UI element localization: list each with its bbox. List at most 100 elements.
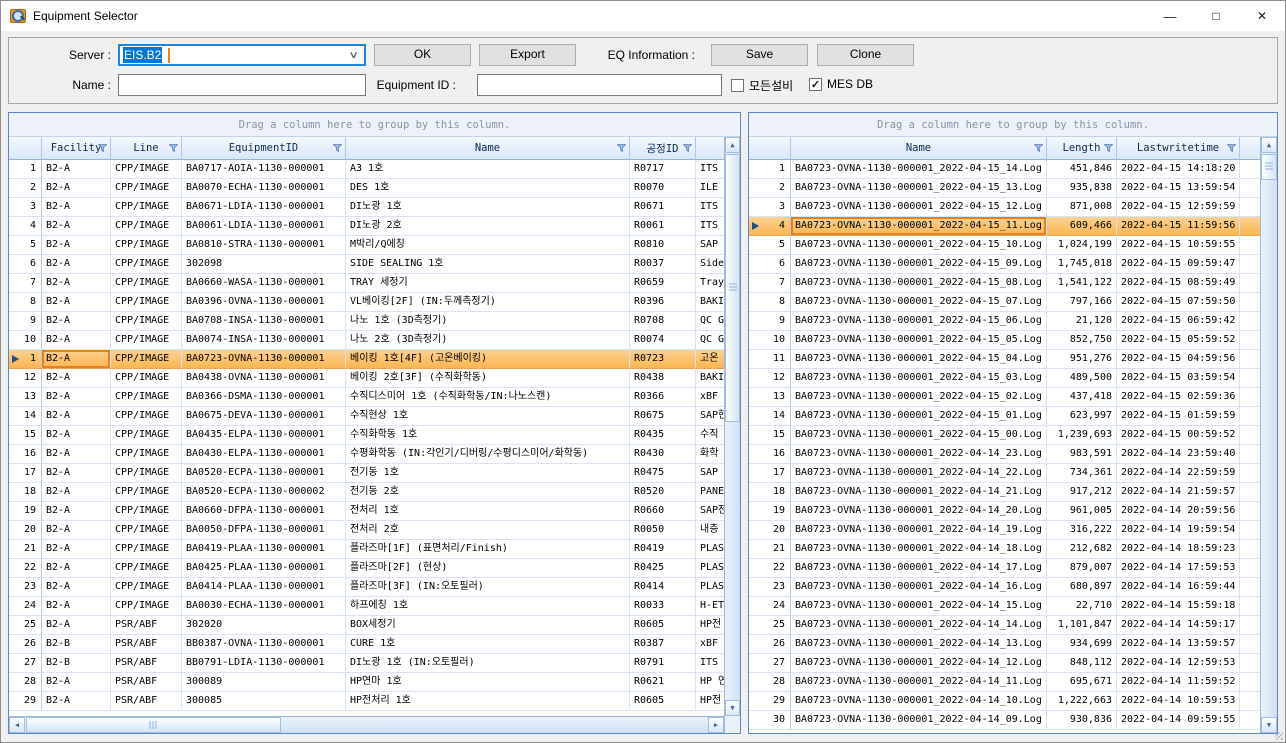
- cell-name[interactable]: HP연마 1호: [346, 673, 630, 692]
- cell-length[interactable]: 316,222: [1047, 521, 1117, 540]
- grid-splitter[interactable]: [741, 112, 748, 734]
- table-row[interactable]: 22 BA0723-OVNA-1130-000001_2022-04-14_17…: [749, 559, 1260, 578]
- table-row[interactable]: 4 B2-A CPP/IMAGE BA0061-LDIA-1130-000001…: [9, 217, 724, 236]
- cell-process-id[interactable]: R0438: [630, 369, 696, 388]
- cell-length[interactable]: 848,112: [1047, 654, 1117, 673]
- cell-process-id[interactable]: R0396: [630, 293, 696, 312]
- table-row[interactable]: 8 B2-A CPP/IMAGE BA0396-OVNA-1130-000001…: [9, 293, 724, 312]
- cell-process-id[interactable]: R0430: [630, 445, 696, 464]
- cell-extra[interactable]: SAP: [696, 236, 724, 255]
- cell-lastwritetime[interactable]: 2022-04-15 01:59:59: [1117, 407, 1240, 426]
- cell-line[interactable]: PSR/ABF: [111, 673, 182, 692]
- cell-line[interactable]: CPP/IMAGE: [111, 483, 182, 502]
- cell-facility[interactable]: B2-A: [42, 502, 111, 521]
- cell-facility[interactable]: B2-A: [42, 369, 111, 388]
- cell-lastwritetime[interactable]: 2022-04-14 15:59:18: [1117, 597, 1240, 616]
- cell-facility[interactable]: B2-A: [42, 464, 111, 483]
- column-header-equipment-id[interactable]: EquipmentID: [182, 137, 346, 160]
- cell-facility[interactable]: B2-A: [42, 407, 111, 426]
- cell-process-id[interactable]: R0037: [630, 255, 696, 274]
- cell-extra[interactable]: HP전: [696, 616, 724, 635]
- cell-lastwritetime[interactable]: 2022-04-15 10:59:55: [1117, 236, 1240, 255]
- cell-name[interactable]: A3 1호: [346, 160, 630, 179]
- table-row[interactable]: 8 BA0723-OVNA-1130-000001_2022-04-15_07.…: [749, 293, 1260, 312]
- cell-log-name[interactable]: BA0723-OVNA-1130-000001_2022-04-14_21.Lo…: [791, 483, 1047, 502]
- cell-name[interactable]: 수직화학동 1호: [346, 426, 630, 445]
- cell-length[interactable]: 935,838: [1047, 179, 1117, 198]
- cell-facility[interactable]: B2-A: [42, 312, 111, 331]
- maximize-button-icon[interactable]: □: [1193, 1, 1239, 31]
- cell-facility[interactable]: B2-A: [42, 179, 111, 198]
- cell-extra[interactable]: ILE: [696, 179, 724, 198]
- cell-process-id[interactable]: R0717: [630, 160, 696, 179]
- cell-name[interactable]: SIDE SEALING 1호: [346, 255, 630, 274]
- cell-lastwritetime[interactable]: 2022-04-15 05:59:52: [1117, 331, 1240, 350]
- cell-facility[interactable]: B2-A: [42, 445, 111, 464]
- table-row[interactable]: 29 B2-A PSR/ABF 300085 HP전처리 1호 R0605 HP…: [9, 692, 724, 711]
- table-row[interactable]: 5 B2-A CPP/IMAGE BA0810-STRA-1130-000001…: [9, 236, 724, 255]
- cell-equipment-id[interactable]: BA0070-ECHA-1130-000001: [182, 179, 346, 198]
- cell-equipment-id[interactable]: BA0425-PLAA-1130-000001: [182, 559, 346, 578]
- table-row[interactable]: 30 BA0723-OVNA-1130-000001_2022-04-14_09…: [749, 711, 1260, 730]
- cell-name[interactable]: VL베이킹[2F] (IN:두께측정기): [346, 293, 630, 312]
- all-equipment-checkbox[interactable]: 모든설비: [731, 77, 793, 94]
- cell-extra[interactable]: SAP전: [696, 502, 724, 521]
- cell-length[interactable]: 797,166: [1047, 293, 1117, 312]
- cell-line[interactable]: CPP/IMAGE: [111, 540, 182, 559]
- cell-process-id[interactable]: R0810: [630, 236, 696, 255]
- cell-line[interactable]: CPP/IMAGE: [111, 521, 182, 540]
- table-row[interactable]: 4 BA0723-OVNA-1130-000001_2022-04-15_11.…: [749, 217, 1260, 236]
- minimize-button-icon[interactable]: —: [1147, 1, 1193, 31]
- cell-line[interactable]: CPP/IMAGE: [111, 407, 182, 426]
- cell-facility[interactable]: B2-A: [42, 578, 111, 597]
- cell-lastwritetime[interactable]: 2022-04-15 00:59:52: [1117, 426, 1240, 445]
- table-row[interactable]: 27 BA0723-OVNA-1130-000001_2022-04-14_12…: [749, 654, 1260, 673]
- cell-line[interactable]: CPP/IMAGE: [111, 578, 182, 597]
- cell-length[interactable]: 489,500: [1047, 369, 1117, 388]
- cell-equipment-id[interactable]: BA0050-DFPA-1130-000001: [182, 521, 346, 540]
- cell-lastwritetime[interactable]: 2022-04-14 13:59:57: [1117, 635, 1240, 654]
- column-header-extra[interactable]: [696, 137, 724, 160]
- cell-process-id[interactable]: R0033: [630, 597, 696, 616]
- cell-log-name[interactable]: BA0723-OVNA-1130-000001_2022-04-14_16.Lo…: [791, 578, 1047, 597]
- cell-lastwritetime[interactable]: 2022-04-14 21:59:57: [1117, 483, 1240, 502]
- cell-process-id[interactable]: R0061: [630, 217, 696, 236]
- cell-log-name[interactable]: BA0723-OVNA-1130-000001_2022-04-14_17.Lo…: [791, 559, 1047, 578]
- cell-process-id[interactable]: R0671: [630, 198, 696, 217]
- scroll-down-icon[interactable]: ▼: [725, 700, 740, 716]
- cell-process-id[interactable]: R0435: [630, 426, 696, 445]
- cell-extra[interactable]: ITS: [696, 160, 724, 179]
- cell-extra[interactable]: SAP현: [696, 407, 724, 426]
- table-row[interactable]: 6 B2-A CPP/IMAGE 302098 SIDE SEALING 1호 …: [9, 255, 724, 274]
- cell-extra[interactable]: H-ET: [696, 597, 724, 616]
- cell-lastwritetime[interactable]: 2022-04-15 07:59:50: [1117, 293, 1240, 312]
- server-combobox[interactable]: EIS.B2 ∨: [118, 44, 366, 66]
- column-header-line[interactable]: Line: [111, 137, 182, 160]
- cell-length[interactable]: 1,101,847: [1047, 616, 1117, 635]
- cell-process-id[interactable]: R0419: [630, 540, 696, 559]
- cell-extra[interactable]: ITS: [696, 198, 724, 217]
- cell-length[interactable]: 917,212: [1047, 483, 1117, 502]
- cell-process-id[interactable]: R0605: [630, 692, 696, 711]
- checkbox-box[interactable]: [731, 79, 744, 92]
- cell-name[interactable]: 나노 1호 (3D측정기): [346, 312, 630, 331]
- cell-lastwritetime[interactable]: 2022-04-14 18:59:23: [1117, 540, 1240, 559]
- table-row[interactable]: 26 BA0723-OVNA-1130-000001_2022-04-14_13…: [749, 635, 1260, 654]
- horizontal-scrollbar-thumb[interactable]: [26, 717, 281, 733]
- vertical-scrollbar[interactable]: ▲ ▼: [1260, 137, 1277, 733]
- cell-log-name[interactable]: BA0723-OVNA-1130-000001_2022-04-14_10.Lo…: [791, 692, 1047, 711]
- cell-extra[interactable]: PLAS: [696, 540, 724, 559]
- column-header-lastwritetime[interactable]: Lastwritetime: [1117, 137, 1240, 160]
- cell-equipment-id[interactable]: 302098: [182, 255, 346, 274]
- cell-lastwritetime[interactable]: 2022-04-14 23:59:40: [1117, 445, 1240, 464]
- cell-equipment-id[interactable]: BA0717-AOIA-1130-000001: [182, 160, 346, 179]
- cell-extra[interactable]: PLAS: [696, 578, 724, 597]
- equipment-id-input[interactable]: [477, 74, 722, 96]
- cell-extra[interactable]: 내층: [696, 521, 724, 540]
- cell-line[interactable]: CPP/IMAGE: [111, 426, 182, 445]
- cell-name[interactable]: 플라즈마[2F] (현상): [346, 559, 630, 578]
- cell-length[interactable]: 1,222,663: [1047, 692, 1117, 711]
- cell-line[interactable]: CPP/IMAGE: [111, 198, 182, 217]
- cell-equipment-id[interactable]: BA0074-INSA-1130-000001: [182, 331, 346, 350]
- cell-equipment-id[interactable]: BA0675-DEVA-1130-000001: [182, 407, 346, 426]
